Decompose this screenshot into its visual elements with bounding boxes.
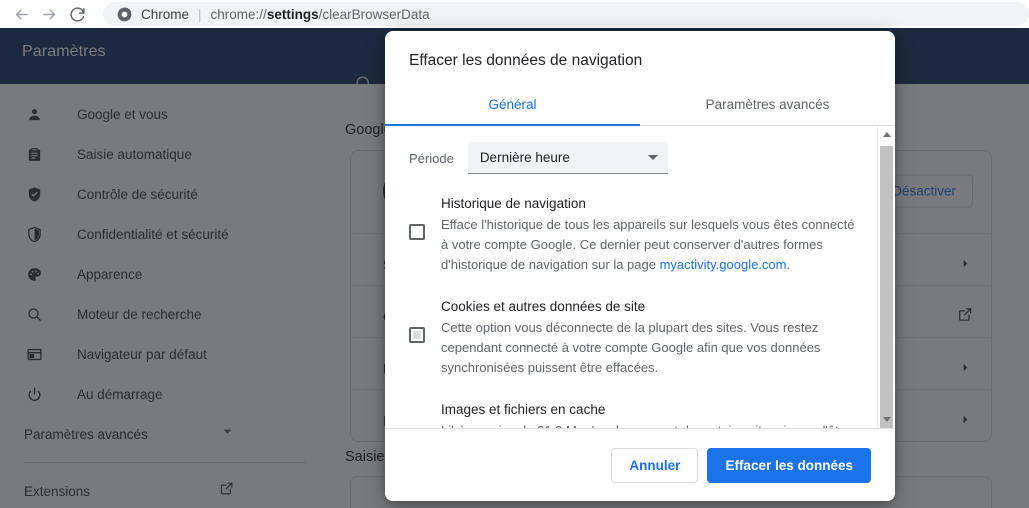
option-texts: Images et fichiers en cache Libère moins… xyxy=(441,400,856,428)
option-title: Images et fichiers en cache xyxy=(441,402,606,418)
dialog-tabs: Général Paramètres avancés xyxy=(385,85,895,127)
dialog-title: Effacer les données de navigation xyxy=(409,52,643,69)
omnibox-url: chrome://settings/clearBrowserData xyxy=(210,6,430,22)
time-range-label: Période xyxy=(409,150,454,166)
scroll-down-arrow-icon[interactable] xyxy=(878,411,895,428)
option-title: Historique de navigation xyxy=(441,196,586,212)
option-cookies-et-autres-donnees-de-site[interactable]: Cookies et autres données de site Cette … xyxy=(385,287,878,390)
reload-icon xyxy=(69,6,86,23)
arrow-left-icon xyxy=(13,6,30,23)
browser-toolbar: Chrome | chrome://settings/clearBrowserD… xyxy=(0,0,1029,28)
checkbox-historique-de-navigation[interactable] xyxy=(409,224,425,241)
forward-button[interactable] xyxy=(35,0,63,28)
omnibox-divider: | xyxy=(198,6,202,22)
option-historique-de-navigation[interactable]: Historique de navigation Efface l'histor… xyxy=(385,184,878,287)
dialog-footer: Annuler Effacer les données xyxy=(385,429,895,501)
dialog-scroll-area: Période Dernière heure Historique de nav… xyxy=(385,126,878,428)
back-button[interactable] xyxy=(7,0,35,28)
time-range-row: Période Dernière heure xyxy=(385,126,878,184)
chevron-down-icon xyxy=(647,155,658,161)
myactivity-link[interactable]: myactivity.google.com xyxy=(660,257,787,272)
tab-general[interactable]: Général xyxy=(385,85,640,127)
reload-button[interactable] xyxy=(63,0,91,28)
site-chip-label: Chrome xyxy=(141,6,190,22)
option-texts: Historique de navigation Efface l'histor… xyxy=(441,194,856,275)
option-description: Efface l'historique de tous les appareil… xyxy=(441,217,855,273)
time-range-value: Dernière heure xyxy=(479,150,570,166)
dialog-scrollbar[interactable] xyxy=(877,126,895,429)
clear-browsing-data-dialog: Effacer les données de navigation Généra… xyxy=(385,31,895,501)
option-description: Libère moins de 21,3 Mo. Le chargement d… xyxy=(441,421,856,428)
option-title: Cookies et autres données de site xyxy=(441,299,646,315)
address-bar[interactable]: Chrome | chrome://settings/clearBrowserD… xyxy=(103,2,1029,26)
cancel-button[interactable]: Annuler xyxy=(611,447,699,483)
scrollbar-thumb[interactable] xyxy=(880,146,893,429)
chrome-logo-icon xyxy=(117,7,132,22)
scroll-up-arrow-icon[interactable] xyxy=(878,126,895,143)
time-range-select[interactable]: Dernière heure xyxy=(467,142,668,175)
tab-parametres-avances[interactable]: Paramètres avancés xyxy=(640,85,895,125)
option-texts: Cookies et autres données de site Cette … xyxy=(441,297,856,378)
arrow-right-icon xyxy=(41,6,58,23)
option-description: Cette option vous déconnecte de la plupa… xyxy=(441,320,821,376)
option-images-et-fichiers-en-cache[interactable]: Images et fichiers en cache Libère moins… xyxy=(385,390,878,428)
clear-data-button[interactable]: Effacer les données xyxy=(707,447,871,483)
checkbox-cookies-et-autres-donnees-de-site[interactable] xyxy=(409,327,425,344)
dialog-body: Période Dernière heure Historique de nav… xyxy=(385,126,895,429)
